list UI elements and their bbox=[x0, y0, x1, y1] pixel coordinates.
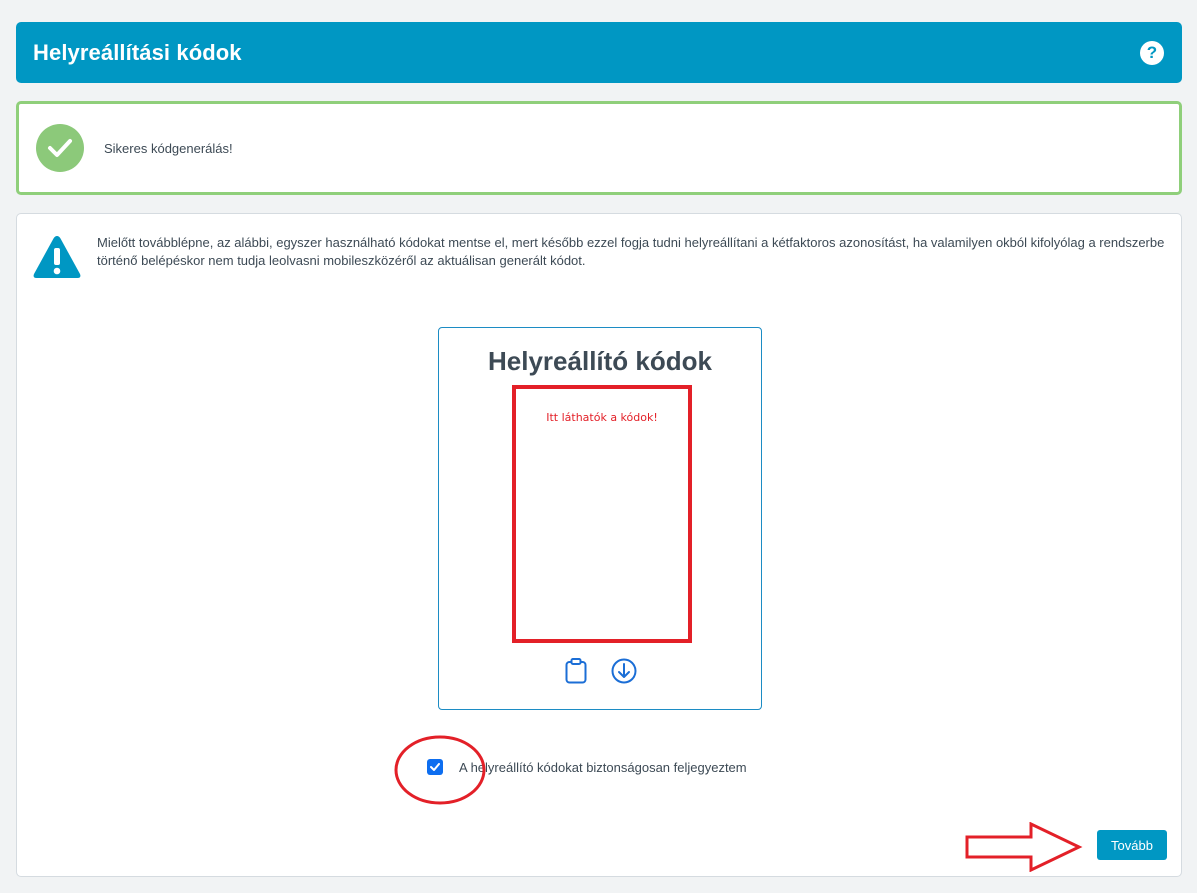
codes-actions bbox=[439, 657, 761, 685]
checkmark-icon bbox=[36, 124, 84, 172]
confirm-row: A helyreállító kódokat biztonságosan fel… bbox=[427, 759, 747, 775]
codes-area: Itt láthatók a kódok! bbox=[512, 385, 692, 643]
codes-placeholder-note: Itt láthatók a kódok! bbox=[546, 411, 658, 424]
help-icon[interactable]: ? bbox=[1140, 40, 1164, 65]
recovery-codes-card: Helyreállító kódok Itt láthatók a kódok! bbox=[438, 327, 762, 710]
annotation-arrow bbox=[965, 822, 1083, 872]
codes-title: Helyreállító kódok bbox=[488, 346, 712, 376]
next-button[interactable]: Tovább bbox=[1097, 830, 1167, 860]
confirm-checkbox[interactable] bbox=[427, 759, 443, 775]
warning-icon bbox=[33, 236, 81, 278]
warning-notice: Mielőtt továbblépne, az alábbi, egyszer … bbox=[32, 234, 1167, 280]
success-alert: Sikeres kódgenerálás! bbox=[16, 101, 1182, 195]
main-card: Mielőtt továbblépne, az alábbi, egyszer … bbox=[16, 213, 1182, 877]
page-header: Helyreállítási kódok ? bbox=[16, 22, 1182, 83]
page-title: Helyreállítási kódok bbox=[33, 39, 242, 65]
clipboard-icon[interactable] bbox=[563, 657, 589, 685]
confirm-label[interactable]: A helyreállító kódokat biztonságosan fel… bbox=[459, 760, 747, 775]
success-message: Sikeres kódgenerálás! bbox=[104, 140, 233, 156]
warning-text: Mielőtt továbblépne, az alábbi, egyszer … bbox=[97, 235, 1165, 268]
download-icon[interactable] bbox=[611, 657, 637, 685]
